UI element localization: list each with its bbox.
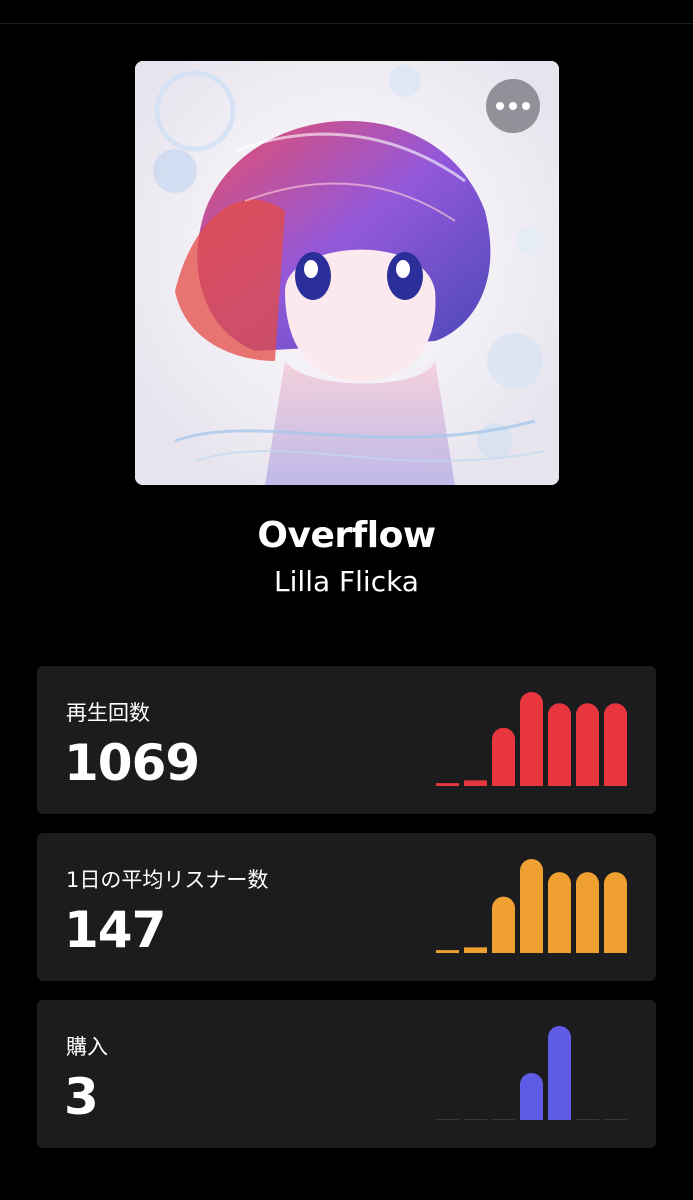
more-options-button[interactable]: [486, 79, 540, 133]
chart-bar: [520, 1073, 543, 1120]
empty-bar: [604, 1119, 627, 1120]
chart-bar: [492, 896, 515, 953]
chart-bar: [548, 703, 571, 786]
chart-bar: [464, 947, 487, 953]
top-divider: [0, 23, 693, 24]
chart-bar: [548, 1026, 571, 1120]
stat-bar-chart: [436, 1026, 627, 1120]
ellipsis-icon-dot: [509, 102, 517, 110]
ellipsis-icon-dot: [522, 102, 530, 110]
chart-bar: [604, 703, 627, 786]
stat-label: 購入: [66, 1035, 108, 1059]
chart-bar: [548, 872, 571, 953]
empty-bar: [576, 1119, 599, 1120]
stat-label: 1日の平均リスナー数: [66, 868, 269, 892]
chart-bar: [436, 950, 459, 953]
stat-value: 1069: [64, 734, 200, 792]
empty-bar: [436, 1119, 459, 1120]
chart-bar: [520, 859, 543, 953]
empty-bar: [492, 1119, 515, 1120]
chart-bar: [436, 783, 459, 786]
artist-name[interactable]: Lilla Flicka: [0, 565, 693, 598]
stat-label: 再生回数: [66, 701, 150, 725]
chart-bar: [604, 872, 627, 953]
ellipsis-icon: [496, 102, 504, 110]
chart-bar: [576, 872, 599, 953]
empty-bar: [464, 1119, 487, 1120]
stat-value: 3: [64, 1068, 99, 1126]
chart-bar: [464, 780, 487, 786]
stat-value: 147: [64, 901, 166, 959]
stat-card-purchases[interactable]: 購入 3: [37, 1000, 656, 1148]
chart-bar: [520, 692, 543, 786]
song-title: Overflow: [257, 515, 436, 556]
chart-bar: [576, 703, 599, 786]
chart-bar: [492, 727, 515, 786]
stat-card-plays[interactable]: 再生回数 1069: [37, 666, 656, 814]
stat-card-daily-listeners[interactable]: 1日の平均リスナー数 147: [37, 833, 656, 981]
stat-bar-chart: [436, 692, 627, 786]
stat-bar-chart: [436, 859, 627, 953]
